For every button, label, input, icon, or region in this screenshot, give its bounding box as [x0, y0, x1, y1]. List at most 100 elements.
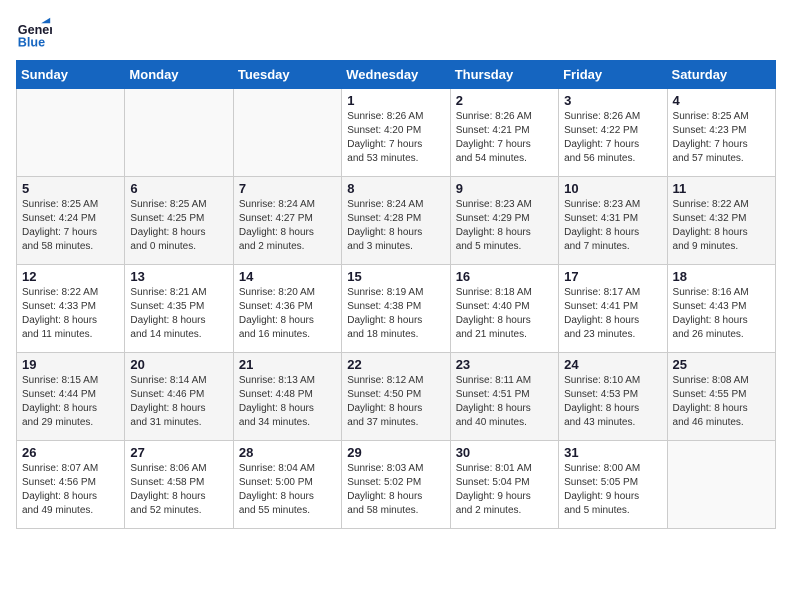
day-number: 4	[673, 93, 770, 108]
day-info: Sunrise: 8:25 AM Sunset: 4:25 PM Dayligh…	[130, 198, 227, 254]
calendar-cell: 31 Sunrise: 8:00 AM Sunset: 5:05 PM Dayli…	[559, 441, 667, 529]
day-info: Sunrise: 8:24 AM Sunset: 4:27 PM Dayligh…	[239, 198, 336, 254]
day-number: 21	[239, 357, 336, 372]
calendar-cell: 6 Sunrise: 8:25 AM Sunset: 4:25 PM Daylig…	[125, 177, 233, 265]
day-number: 19	[22, 357, 119, 372]
day-info: Sunrise: 8:23 AM Sunset: 4:29 PM Dayligh…	[456, 198, 553, 254]
week-row-4: 19Sunrise: 8:15 AM Sunset: 4:44 PM Dayli…	[17, 353, 776, 441]
day-number: 2	[456, 93, 553, 108]
day-number: 11	[673, 181, 770, 196]
day-number: 10	[564, 181, 661, 196]
day-info: Sunrise: 8:22 AM Sunset: 4:33 PM Dayligh…	[22, 286, 119, 342]
day-number: 15	[347, 269, 444, 284]
day-info: Sunrise: 8:03 AM Sunset: 5:02 PM Dayligh…	[347, 462, 444, 518]
calendar-cell: 26 Sunrise: 8:07 AM Sunset: 4:56 PM Dayli…	[17, 441, 125, 529]
calendar-table: SundayMondayTuesdayWednesdayThursdayFrid…	[16, 60, 776, 529]
day-number: 6	[130, 181, 227, 196]
calendar-cell: 9 Sunrise: 8:23 AM Sunset: 4:29 PM Daylig…	[450, 177, 558, 265]
calendar-cell: 18 Sunrise: 8:16 AM Sunset: 4:43 PM Dayli…	[667, 265, 775, 353]
day-number: 3	[564, 93, 661, 108]
day-number: 5	[22, 181, 119, 196]
calendar-cell	[233, 89, 341, 177]
week-row-3: 12Sunrise: 8:22 AM Sunset: 4:33 PM Dayli…	[17, 265, 776, 353]
calendar-cell: 10 Sunrise: 8:23 AM Sunset: 4:31 PM Dayli…	[559, 177, 667, 265]
day-info: Sunrise: 8:18 AM Sunset: 4:40 PM Dayligh…	[456, 286, 553, 342]
day-number: 9	[456, 181, 553, 196]
day-header-monday: Monday	[125, 61, 233, 89]
calendar-cell: 24 Sunrise: 8:10 AM Sunset: 4:53 PM Dayli…	[559, 353, 667, 441]
header: General Blue	[16, 16, 776, 52]
day-header-saturday: Saturday	[667, 61, 775, 89]
calendar-cell: 15Sunrise: 8:19 AM Sunset: 4:38 PM Dayli…	[342, 265, 450, 353]
calendar-cell: 13Sunrise: 8:21 AM Sunset: 4:35 PM Dayli…	[125, 265, 233, 353]
calendar-cell: 17 Sunrise: 8:17 AM Sunset: 4:41 PM Dayli…	[559, 265, 667, 353]
calendar-cell: 12Sunrise: 8:22 AM Sunset: 4:33 PM Dayli…	[17, 265, 125, 353]
day-info: Sunrise: 8:08 AM Sunset: 4:55 PM Dayligh…	[673, 374, 770, 430]
calendar-cell: 23 Sunrise: 8:11 AM Sunset: 4:51 PM Dayli…	[450, 353, 558, 441]
day-info: Sunrise: 8:25 AM Sunset: 4:23 PM Dayligh…	[673, 110, 770, 166]
day-number: 31	[564, 445, 661, 460]
day-number: 8	[347, 181, 444, 196]
day-info: Sunrise: 8:25 AM Sunset: 4:24 PM Dayligh…	[22, 198, 119, 254]
day-number: 7	[239, 181, 336, 196]
calendar-cell: 30Sunrise: 8:01 AM Sunset: 5:04 PM Dayli…	[450, 441, 558, 529]
calendar-cell: 7 Sunrise: 8:24 AM Sunset: 4:27 PM Daylig…	[233, 177, 341, 265]
calendar-cell: 21 Sunrise: 8:13 AM Sunset: 4:48 PM Dayli…	[233, 353, 341, 441]
week-row-5: 26 Sunrise: 8:07 AM Sunset: 4:56 PM Dayli…	[17, 441, 776, 529]
day-info: Sunrise: 8:17 AM Sunset: 4:41 PM Dayligh…	[564, 286, 661, 342]
week-row-2: 5 Sunrise: 8:25 AM Sunset: 4:24 PM Daylig…	[17, 177, 776, 265]
day-header-tuesday: Tuesday	[233, 61, 341, 89]
calendar-cell: 19Sunrise: 8:15 AM Sunset: 4:44 PM Dayli…	[17, 353, 125, 441]
day-info: Sunrise: 8:22 AM Sunset: 4:32 PM Dayligh…	[673, 198, 770, 254]
logo-icon: General Blue	[16, 16, 52, 52]
calendar-cell: 14Sunrise: 8:20 AM Sunset: 4:36 PM Dayli…	[233, 265, 341, 353]
day-info: Sunrise: 8:24 AM Sunset: 4:28 PM Dayligh…	[347, 198, 444, 254]
calendar-cell: 25 Sunrise: 8:08 AM Sunset: 4:55 PM Dayli…	[667, 353, 775, 441]
day-info: Sunrise: 8:26 AM Sunset: 4:21 PM Dayligh…	[456, 110, 553, 166]
day-number: 30	[456, 445, 553, 460]
logo: General Blue	[16, 16, 56, 52]
day-info: Sunrise: 8:10 AM Sunset: 4:53 PM Dayligh…	[564, 374, 661, 430]
day-info: Sunrise: 8:00 AM Sunset: 5:05 PM Dayligh…	[564, 462, 661, 518]
day-number: 13	[130, 269, 227, 284]
calendar-cell: 1Sunrise: 8:26 AM Sunset: 4:20 PM Daylig…	[342, 89, 450, 177]
day-number: 1	[347, 93, 444, 108]
calendar-cell: 16Sunrise: 8:18 AM Sunset: 4:40 PM Dayli…	[450, 265, 558, 353]
calendar-cell	[17, 89, 125, 177]
day-number: 29	[347, 445, 444, 460]
day-info: Sunrise: 8:12 AM Sunset: 4:50 PM Dayligh…	[347, 374, 444, 430]
calendar-cell: 22 Sunrise: 8:12 AM Sunset: 4:50 PM Dayli…	[342, 353, 450, 441]
day-header-friday: Friday	[559, 61, 667, 89]
day-number: 22	[347, 357, 444, 372]
calendar-cell: 20 Sunrise: 8:14 AM Sunset: 4:46 PM Dayli…	[125, 353, 233, 441]
day-number: 20	[130, 357, 227, 372]
day-number: 27	[130, 445, 227, 460]
calendar-cell	[125, 89, 233, 177]
calendar-cell: 4 Sunrise: 8:25 AM Sunset: 4:23 PM Daylig…	[667, 89, 775, 177]
day-number: 25	[673, 357, 770, 372]
calendar-cell: 27Sunrise: 8:06 AM Sunset: 4:58 PM Dayli…	[125, 441, 233, 529]
calendar-cell: 11 Sunrise: 8:22 AM Sunset: 4:32 PM Dayli…	[667, 177, 775, 265]
day-info: Sunrise: 8:14 AM Sunset: 4:46 PM Dayligh…	[130, 374, 227, 430]
day-info: Sunrise: 8:26 AM Sunset: 4:22 PM Dayligh…	[564, 110, 661, 166]
calendar-cell: 8 Sunrise: 8:24 AM Sunset: 4:28 PM Daylig…	[342, 177, 450, 265]
day-info: Sunrise: 8:07 AM Sunset: 4:56 PM Dayligh…	[22, 462, 119, 518]
day-number: 18	[673, 269, 770, 284]
day-header-thursday: Thursday	[450, 61, 558, 89]
day-info: Sunrise: 8:16 AM Sunset: 4:43 PM Dayligh…	[673, 286, 770, 342]
day-number: 28	[239, 445, 336, 460]
day-number: 17	[564, 269, 661, 284]
svg-text:Blue: Blue	[18, 36, 45, 50]
calendar-cell: 29 Sunrise: 8:03 AM Sunset: 5:02 PM Dayli…	[342, 441, 450, 529]
calendar-cell: 28Sunrise: 8:04 AM Sunset: 5:00 PM Dayli…	[233, 441, 341, 529]
day-number: 24	[564, 357, 661, 372]
day-number: 23	[456, 357, 553, 372]
calendar-cell: 3 Sunrise: 8:26 AM Sunset: 4:22 PM Daylig…	[559, 89, 667, 177]
day-info: Sunrise: 8:11 AM Sunset: 4:51 PM Dayligh…	[456, 374, 553, 430]
calendar-header-row: SundayMondayTuesdayWednesdayThursdayFrid…	[17, 61, 776, 89]
day-info: Sunrise: 8:13 AM Sunset: 4:48 PM Dayligh…	[239, 374, 336, 430]
day-number: 26	[22, 445, 119, 460]
calendar-cell: 2 Sunrise: 8:26 AM Sunset: 4:21 PM Daylig…	[450, 89, 558, 177]
day-number: 14	[239, 269, 336, 284]
day-info: Sunrise: 8:23 AM Sunset: 4:31 PM Dayligh…	[564, 198, 661, 254]
